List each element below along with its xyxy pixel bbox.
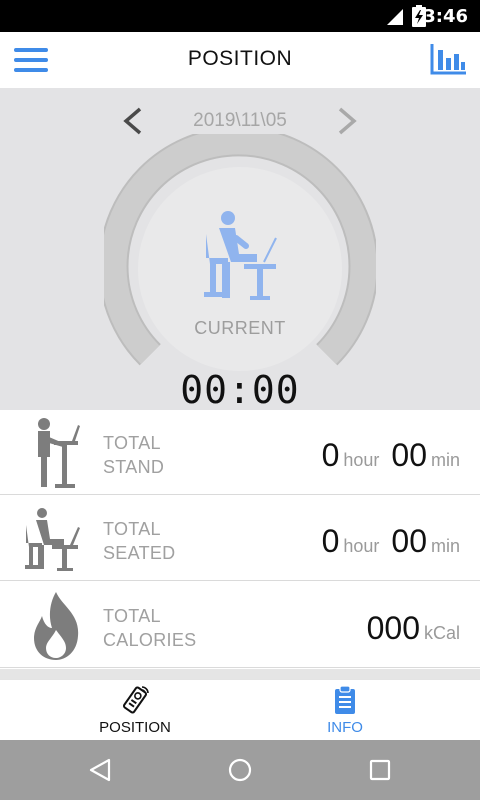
home-icon[interactable] <box>225 755 255 785</box>
tab-info[interactable]: INFO <box>225 680 465 741</box>
seated-desk-icon <box>25 508 80 571</box>
gauge-panel: 2019\11\05 CURRENT 00:00 <box>0 88 480 412</box>
divider <box>0 669 480 679</box>
page-title: POSITION <box>187 47 293 70</box>
stat-label: TOTAL SEATED <box>103 519 176 563</box>
seated-time-value: 0 hour 00 min <box>321 523 460 559</box>
current-timer: 00:00 <box>180 368 300 412</box>
tab-position[interactable]: POSITION <box>15 680 255 741</box>
tab-position-label: POSITION <box>99 719 171 736</box>
standing-desk-icon <box>38 418 80 488</box>
app-bar: POSITION <box>0 32 480 88</box>
calories-value: 000 kCal <box>366 610 460 646</box>
total-seated-row: TOTAL SEATED 0 hour 00 min <box>0 497 480 581</box>
remote-control-icon <box>122 686 149 714</box>
status-time: 3:46 <box>423 6 468 27</box>
seated-desk-icon <box>204 211 277 300</box>
signal-icon <box>387 9 403 25</box>
total-stand-row: TOTAL STAND 0 hour 00 min <box>0 411 480 495</box>
tab-info-label: INFO <box>327 719 363 736</box>
total-calories-row: TOTAL CALORIES 000 kCal <box>0 584 480 668</box>
status-bar: 3:46 <box>0 0 480 32</box>
flame-icon <box>34 592 79 660</box>
bar-chart-icon[interactable] <box>430 42 468 76</box>
bottom-navigation: POSITION INFO <box>0 679 480 740</box>
clipboard-icon <box>335 685 355 714</box>
stat-label: TOTAL CALORIES <box>103 606 197 650</box>
recents-icon[interactable] <box>365 755 395 785</box>
stat-label: TOTAL STAND <box>103 433 165 477</box>
stand-time-value: 0 hour 00 min <box>321 437 460 473</box>
date-label: 2019\11\05 <box>193 110 287 131</box>
system-navigation-bar <box>0 740 480 800</box>
current-label: CURRENT <box>194 318 286 338</box>
chevron-right-icon[interactable] <box>334 106 362 136</box>
back-icon[interactable] <box>85 755 115 785</box>
